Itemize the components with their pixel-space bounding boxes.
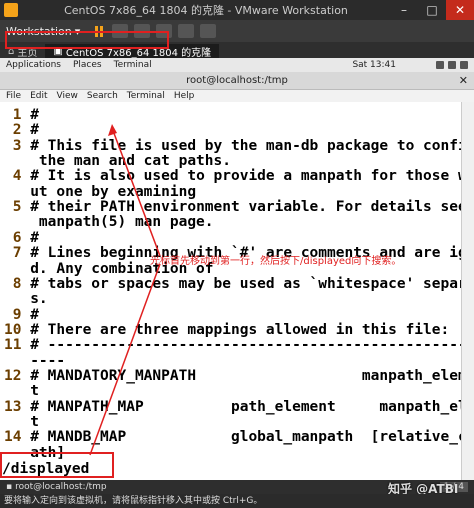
fullscreen-icon[interactable] bbox=[178, 24, 195, 38]
menu-help[interactable]: Help bbox=[174, 90, 195, 102]
line-number: 3 bbox=[4, 137, 22, 154]
line-text: # --------------------------------------… bbox=[21, 337, 462, 354]
line-number: 8 bbox=[4, 275, 22, 292]
menu-search[interactable]: Search bbox=[87, 90, 118, 102]
line-text: # bbox=[21, 122, 39, 139]
line-text: ---- bbox=[4, 352, 66, 369]
line-text: t bbox=[4, 414, 39, 430]
terminal-line: the man and cat paths. bbox=[4, 154, 231, 169]
terminal-line: 2 # bbox=[4, 123, 39, 138]
line-text: # tabs or spaces may be used as `whitesp… bbox=[21, 275, 462, 292]
terminal-window: root@localhost:/tmp ✕ File Edit View Sea… bbox=[0, 72, 474, 480]
terminal-icon: ▪ bbox=[6, 482, 13, 492]
line-number: 9 bbox=[4, 306, 22, 323]
terminal-line: 12 # MANDATORY_MANPATH manpath_elemen bbox=[4, 367, 462, 384]
line-text: t bbox=[4, 383, 39, 400]
gnome-top-panel: Applications Places Terminal Sat 13:41 bbox=[0, 58, 474, 72]
terminal-line: manpath(5) man page. bbox=[4, 215, 214, 230]
terminal-title: root@localhost:/tmp bbox=[186, 75, 288, 86]
line-text: # This file is used by the man-db packag… bbox=[21, 137, 462, 154]
terminal-line: s. bbox=[4, 291, 48, 308]
minimize-button[interactable]: – bbox=[390, 0, 418, 20]
line-text: manpath(5) man page. bbox=[4, 214, 214, 231]
vmware-title-bar: CentOS 7x86_64 1804 的克隆 - VMware Worksta… bbox=[0, 0, 474, 20]
line-number: 2 bbox=[4, 122, 22, 139]
unity-icon[interactable] bbox=[200, 24, 217, 38]
terminal-scrollbar[interactable] bbox=[461, 102, 474, 480]
terminal-app-menu[interactable]: Terminal bbox=[108, 60, 158, 70]
vmware-logo-icon bbox=[4, 3, 18, 17]
terminal-line: ut one by examining bbox=[4, 183, 197, 200]
terminal-text-area[interactable]: /displayed 1 # 2 # 3 # This file is used… bbox=[0, 102, 462, 480]
terminal-line: 8 # tabs or spaces may be used as `white… bbox=[4, 275, 462, 292]
menu-edit[interactable]: Edit bbox=[30, 90, 47, 102]
terminal-menubar: File Edit View Search Terminal Help bbox=[0, 90, 474, 102]
volume-icon bbox=[448, 61, 456, 69]
close-button[interactable]: ✕ bbox=[446, 0, 474, 20]
annotation-highlight-command bbox=[0, 452, 114, 478]
terminal-line: 4 # It is also used to provide a manpath… bbox=[4, 169, 462, 184]
line-text: # their PATH environment variable. For d… bbox=[21, 199, 462, 216]
terminal-line: 11 # -----------------------------------… bbox=[4, 338, 462, 353]
terminal-title-bar: root@localhost:/tmp ✕ bbox=[0, 72, 474, 90]
network-icon bbox=[436, 61, 444, 69]
system-tray[interactable] bbox=[436, 61, 468, 69]
line-text: the man and cat paths. bbox=[4, 153, 231, 170]
power-icon bbox=[460, 61, 468, 69]
line-number: 11 bbox=[4, 337, 22, 354]
line-text: # bbox=[21, 229, 39, 246]
terminal-line: 5 # their PATH environment variable. For… bbox=[4, 200, 462, 215]
line-text: # bbox=[21, 107, 39, 123]
terminal-line: t bbox=[4, 384, 39, 399]
line-text: # MANDATORY_MANPATH manpath_elemen bbox=[21, 367, 462, 384]
menu-file[interactable]: File bbox=[6, 90, 21, 102]
terminal-line: 13 # MANPATH_MAP path_element manpath_el… bbox=[4, 398, 462, 415]
clock[interactable]: Sat 13:41 bbox=[352, 60, 396, 70]
line-number: 10 bbox=[4, 321, 22, 338]
line-number: 7 bbox=[4, 245, 22, 262]
line-number: 13 bbox=[4, 398, 22, 415]
line-number: 5 bbox=[4, 199, 22, 216]
terminal-line: 10 # There are three mappings allowed in… bbox=[4, 321, 450, 338]
line-text: # bbox=[21, 306, 39, 323]
taskbar-terminal-item[interactable]: ▪ root@localhost:/tmp bbox=[0, 482, 113, 492]
line-number: 12 bbox=[4, 367, 22, 384]
menu-view[interactable]: View bbox=[57, 90, 78, 102]
annotation-text: 光标首先移动到第一行，然后按下/displayed向下搜索。 bbox=[150, 256, 402, 267]
terminal-line: 6 # bbox=[4, 229, 39, 246]
terminal-line: 14 # MANDB_MAP global_manpath [relative_… bbox=[4, 430, 462, 445]
line-number: 1 bbox=[4, 107, 22, 123]
line-text: # MANDB_MAP global_manpath [relative_cat… bbox=[21, 429, 462, 446]
line-number: 6 bbox=[4, 229, 22, 246]
terminal-line: 1 # bbox=[4, 108, 39, 123]
applications-menu[interactable]: Applications bbox=[0, 60, 67, 70]
line-number: 4 bbox=[4, 168, 22, 185]
menu-terminal[interactable]: Terminal bbox=[127, 90, 165, 102]
terminal-line: t bbox=[4, 415, 39, 430]
terminal-line: ---- bbox=[4, 352, 66, 369]
line-number: 14 bbox=[4, 429, 22, 446]
line-text: ut one by examining bbox=[4, 183, 197, 200]
taskbar-terminal-label: root@localhost:/tmp bbox=[15, 482, 107, 492]
places-menu[interactable]: Places bbox=[67, 60, 108, 70]
line-text: # There are three mappings allowed in th… bbox=[21, 321, 450, 338]
terminal-line: 3 # This file is used by the man-db pack… bbox=[4, 137, 462, 154]
line-text: s. bbox=[4, 291, 48, 308]
annotation-highlight-line-1 bbox=[5, 31, 169, 49]
vmware-status-bar: 要将输入定向到该虚拟机，请将鼠标指针移入其中或按 Ctrl+G。 bbox=[0, 494, 474, 508]
line-text: # It is also used to provide a manpath f… bbox=[21, 168, 462, 185]
line-text: # MANPATH_MAP path_element manpath_eleme… bbox=[21, 398, 462, 415]
terminal-close-icon[interactable]: ✕ bbox=[459, 72, 468, 89]
maximize-button[interactable]: □ bbox=[418, 0, 446, 20]
terminal-line: 9 # bbox=[4, 306, 39, 323]
window-title: CentOS 7x86_64 1804 的克隆 - VMware Worksta… bbox=[64, 4, 348, 17]
